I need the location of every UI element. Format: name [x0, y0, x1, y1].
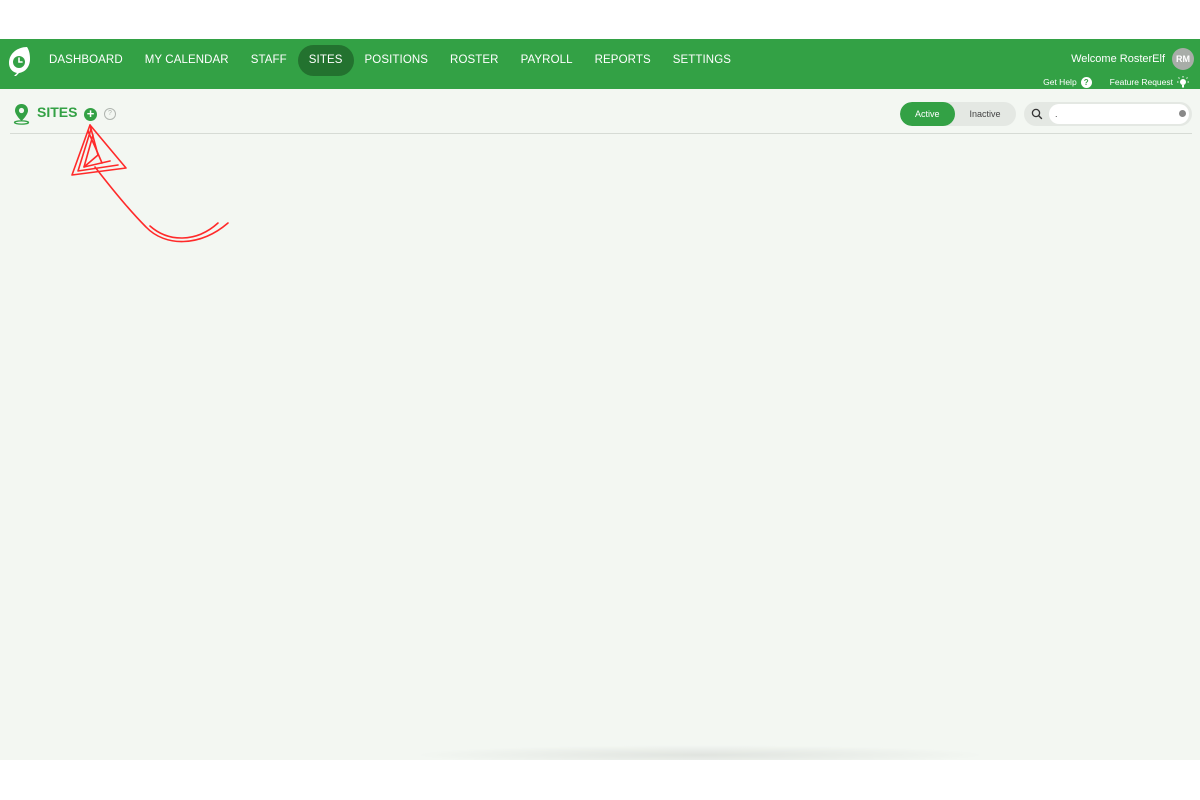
- page-title: SITES: [37, 104, 78, 120]
- nav-item-settings[interactable]: SETTINGS: [662, 45, 742, 76]
- main-nav: DASHBOARD MY CALENDAR STAFF SITES POSITIONS R…: [38, 45, 742, 76]
- nav-item-payroll[interactable]: PAYROLL: [510, 45, 584, 76]
- feature-request-label: Feature Request: [1109, 77, 1173, 87]
- rosterelf-logo-icon[interactable]: [6, 45, 32, 77]
- feature-request-link[interactable]: Feature Request: [1110, 76, 1190, 88]
- get-help-link[interactable]: Get Help ?: [1043, 76, 1092, 88]
- welcome-text: Welcome RosterElf: [1071, 53, 1165, 65]
- question-icon: ?: [1080, 76, 1092, 88]
- app-window: DASHBOARD MY CALENDAR STAFF SITES POSITIONS R…: [0, 39, 1200, 760]
- nav-item-roster[interactable]: ROSTER: [439, 45, 510, 76]
- nav-item-staff[interactable]: STAFF: [240, 45, 298, 76]
- nav-item-sites[interactable]: SITES: [297, 45, 354, 76]
- lightbulb-icon: [1177, 76, 1189, 88]
- clear-search-icon[interactable]: [1179, 110, 1186, 117]
- nav-item-reports[interactable]: REPORTS: [584, 45, 662, 76]
- search-box: [1024, 102, 1192, 126]
- search-input[interactable]: [1049, 104, 1189, 124]
- help-icon[interactable]: ?: [104, 108, 116, 120]
- inactive-filter-button[interactable]: Inactive: [955, 102, 1016, 126]
- top-navbar: DASHBOARD MY CALENDAR STAFF SITES POSITIONS R…: [0, 39, 1200, 89]
- add-site-button[interactable]: +: [84, 107, 97, 121]
- bottom-shadow: [410, 745, 990, 760]
- red-arrow-annotation: [71, 124, 229, 243]
- nav-item-positions[interactable]: POSITIONS: [354, 45, 440, 76]
- page-header: SITES + ? Active Inactive: [10, 89, 1192, 134]
- get-help-label: Get Help: [1043, 77, 1077, 87]
- active-filter-button[interactable]: Active: [900, 102, 955, 126]
- nav-item-my-calendar[interactable]: MY CALENDAR: [134, 45, 240, 76]
- nav-item-dashboard[interactable]: DASHBOARD: [38, 45, 134, 76]
- map-pin-icon: [13, 104, 30, 125]
- avatar[interactable]: RM: [1172, 48, 1194, 70]
- search-icon: [1031, 108, 1043, 120]
- status-filter-toggle: Active Inactive: [900, 102, 1016, 126]
- help-links: Get Help ? Feature Request: [1025, 76, 1190, 88]
